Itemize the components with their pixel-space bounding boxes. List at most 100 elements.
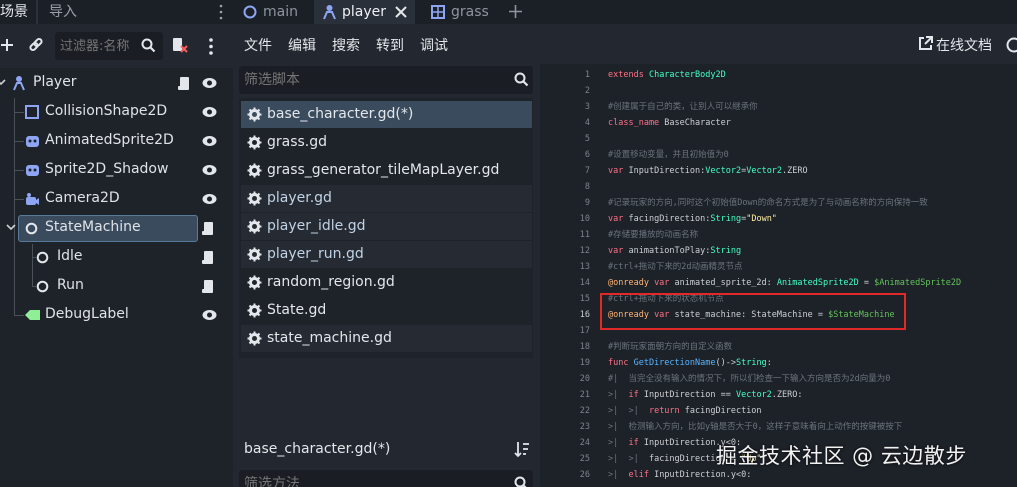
scene-filter-input[interactable]: [60, 32, 140, 60]
online-docs-button[interactable]: 在线文档: [918, 35, 1008, 55]
script-filter-input[interactable]: [244, 66, 494, 94]
dock-menu-icon[interactable]: [218, 4, 224, 20]
tab-grass-label: grass: [451, 4, 489, 20]
code-line[interactable]: 4 class_name BaseCharacter: [541, 115, 1017, 131]
menu-search[interactable]: 搜索: [332, 35, 360, 55]
tree-item-label: AnimatedSprite2D: [45, 132, 174, 148]
visibility-eye-icon[interactable]: [202, 77, 217, 89]
visibility-eye-icon[interactable]: [202, 193, 217, 205]
line-number: 4: [584, 118, 590, 128]
script-attached-icon[interactable]: [178, 76, 192, 91]
line-number: 21: [579, 390, 590, 400]
chevron-down-icon[interactable]: [6, 224, 16, 232]
code-token: >|: [608, 390, 629, 400]
code-line[interactable]: 2: [541, 83, 1017, 99]
menu-edit[interactable]: 编辑: [288, 35, 316, 55]
line-number: 13: [579, 262, 590, 272]
code-line[interactable]: 11 #存储要播放的动画名称: [541, 227, 1017, 243]
code-line[interactable]: 8: [541, 179, 1017, 195]
tab-import[interactable]: 导入: [49, 0, 77, 24]
code-line[interactable]: 10 var facingDirection:String="Down": [541, 211, 1017, 227]
new-tab-icon[interactable]: [508, 4, 523, 19]
tree-item-idle[interactable]: Idle: [0, 243, 233, 272]
code-line[interactable]: 19 func GetDirectionName()->String:: [541, 355, 1017, 371]
code-line[interactable]: 12 var animationToPlay:String: [541, 243, 1017, 259]
code-line[interactable]: 6 #设置移动变量，并且初始值为0: [541, 147, 1017, 163]
menu-file[interactable]: 文件: [244, 35, 272, 55]
code-text: >| 检测输入方向，比如y轴是否大于0，这样子意味着向上动作的按键被按下: [608, 419, 902, 435]
visibility-eye-icon[interactable]: [202, 106, 217, 118]
link-icon[interactable]: [28, 37, 44, 53]
code-line[interactable]: 9 #记录玩家的方向,同时这个初始值Down的命名方式是为了与动画名称的方向保持一…: [541, 195, 1017, 211]
script-filter-icon[interactable]: [172, 37, 189, 54]
script-attached-icon[interactable]: [202, 250, 216, 265]
code-token: Vector2: [746, 166, 783, 176]
tree-item-sprite2d-shadow[interactable]: Sprite2D_Shadow: [0, 156, 233, 185]
visibility-eye-icon[interactable]: [202, 135, 217, 147]
tree-item-debuglabel[interactable]: DebugLabel: [0, 301, 233, 330]
tree-item-run[interactable]: Run: [0, 272, 233, 301]
highlight-annotation-box: [600, 293, 906, 330]
tree-item-player[interactable]: Player: [0, 69, 233, 98]
code-line[interactable]: 7 var InputDirection:Vector2=Vector2.ZERO: [541, 163, 1017, 179]
tilemap-icon: [431, 5, 445, 19]
line-number: 5: [584, 134, 590, 144]
script-item-player-idle[interactable]: player_idle.gd: [241, 213, 532, 240]
code-token: #创建属于自己的类，让别人可以继承你: [608, 102, 758, 112]
code-line[interactable]: 18 #判断玩家面朝方向的自定义函数: [541, 339, 1017, 355]
line-number: 3: [584, 102, 590, 112]
method-filter-input[interactable]: [244, 470, 494, 487]
menu-debug[interactable]: 调试: [420, 35, 448, 55]
script-item-label: base_character.gd(*): [267, 106, 414, 122]
script-item-grass[interactable]: grass.gd: [241, 129, 532, 156]
tree-item-camera2d[interactable]: Camera2D: [0, 185, 233, 214]
close-icon[interactable]: [395, 6, 407, 18]
camera-icon: [26, 193, 39, 205]
script-item-state[interactable]: State.gd: [241, 297, 532, 324]
tab-scene[interactable]: 场景: [0, 0, 34, 24]
tree-item-animatedsprite2d[interactable]: AnimatedSprite2D: [0, 127, 233, 156]
script-item-state-machine[interactable]: state_machine.gd: [241, 325, 532, 352]
tree-item-collisionshape2d[interactable]: CollisionShape2D: [0, 98, 233, 127]
code-token: String: [710, 246, 742, 256]
chevron-down-icon[interactable]: [0, 79, 6, 87]
menu-goto[interactable]: 转到: [376, 35, 404, 55]
script-item-player-run[interactable]: player_run.gd: [241, 241, 532, 268]
gear-icon: [247, 191, 262, 206]
code-line[interactable]: 22 >| >| return facingDirection: [541, 403, 1017, 419]
code-token: String: [710, 214, 742, 224]
code-line[interactable]: 13 #ctrl+拖动下来的2d动画精灵节点: [541, 259, 1017, 275]
add-node-icon[interactable]: [0, 38, 14, 52]
script-item-player[interactable]: player.gd: [241, 185, 532, 212]
code-line[interactable]: 3 #创建属于自己的类，让别人可以继承你: [541, 99, 1017, 115]
tab-grass[interactable]: grass: [429, 0, 499, 24]
code-line[interactable]: 23 >| 检测输入方向，比如y轴是否大于0，这样子意味着向上动作的按键被按下: [541, 419, 1017, 435]
more-options-icon[interactable]: [208, 38, 214, 55]
code-editor[interactable]: 1 extends CharacterBody2D 2 3 #创建属于自己的类，让别人可…: [541, 64, 1017, 487]
script-attached-icon[interactable]: [202, 221, 216, 236]
code-token: #存储要播放的动画名称: [608, 230, 699, 240]
code-token: var: [608, 166, 629, 176]
code-line[interactable]: 1 extends CharacterBody2D: [541, 67, 1017, 83]
script-item-base-character[interactable]: base_character.gd(*): [241, 101, 532, 128]
help-icon[interactable]: [1005, 37, 1017, 53]
tab-main[interactable]: main: [240, 0, 314, 24]
script-attached-icon[interactable]: [202, 279, 216, 294]
code-line[interactable]: 14 @onready var animated_sprite_2d: Anima…: [541, 275, 1017, 291]
script-filter-field: [239, 66, 533, 94]
visibility-eye-icon[interactable]: [202, 164, 217, 176]
sort-icon[interactable]: [514, 441, 529, 458]
code-token: >| >|: [608, 454, 649, 464]
line-number: 23: [579, 422, 590, 432]
script-item-random-region[interactable]: random_region.gd: [241, 269, 532, 296]
code-line[interactable]: 5: [541, 131, 1017, 147]
tree-item-label: DebugLabel: [45, 306, 129, 322]
code-line[interactable]: 21 >| if InputDirection == Vector2.ZERO:: [541, 387, 1017, 403]
visibility-eye-icon[interactable]: [202, 309, 217, 321]
tree-item-statemachine[interactable]: StateMachine: [0, 214, 233, 243]
tab-player[interactable]: player: [314, 0, 415, 24]
code-line[interactable]: 20 #| 当完全没有输入的情况下，所以们检查一下输入方向是否为2d向量为0: [541, 371, 1017, 387]
tree-item-label: Sprite2D_Shadow: [45, 161, 169, 177]
script-item-grass-generator[interactable]: grass_generator_tileMapLayer.gd: [241, 157, 532, 184]
line-number: 17: [579, 326, 590, 336]
